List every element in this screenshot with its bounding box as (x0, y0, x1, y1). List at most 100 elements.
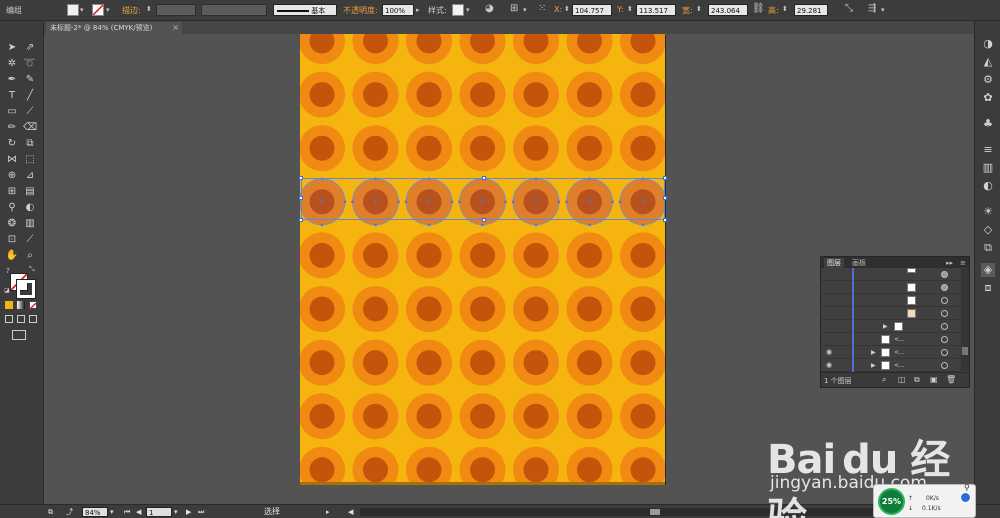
scale-tool-icon[interactable]: ⧉ (23, 137, 37, 150)
screen-mode-icon[interactable] (12, 330, 26, 340)
target-icon[interactable] (941, 336, 948, 343)
first-artboard-icon[interactable]: ⏮ (124, 506, 130, 518)
pen-tool-icon[interactable]: ✒ (5, 73, 19, 86)
links-panel-icon[interactable]: ⧈ (981, 281, 995, 295)
transform-icon[interactable]: ⤡ (845, 3, 853, 14)
column-graph-tool-icon[interactable]: ▥ (23, 217, 37, 230)
create-layer-icon[interactable]: ▣ (930, 375, 938, 384)
none-mode-icon[interactable] (29, 301, 37, 310)
circle-shape[interactable] (566, 71, 613, 118)
zoom-dropdown-icon[interactable]: ▾ (110, 506, 114, 518)
anchor-point[interactable] (588, 223, 591, 226)
anchor-point[interactable] (481, 223, 484, 226)
expand-arrow-icon[interactable]: ▶ (883, 321, 888, 332)
panel-menu-icon[interactable]: ≡ (957, 258, 969, 268)
circle-shape[interactable] (352, 71, 399, 118)
handle-bottom-center[interactable] (482, 218, 486, 222)
stroke-weight-input[interactable] (156, 4, 196, 16)
paintbrush-tool-icon[interactable]: ⟋ (23, 105, 37, 118)
circle-shape[interactable] (620, 393, 665, 440)
y-position-input[interactable]: 113.517 (636, 4, 676, 16)
circle-shape[interactable] (513, 125, 559, 172)
circle-shape[interactable] (513, 393, 559, 440)
circle-shape[interactable] (459, 34, 506, 64)
layer-row[interactable] (821, 294, 961, 307)
circle-shape[interactable] (406, 232, 452, 279)
draw-inside-icon[interactable] (29, 315, 37, 323)
eraser-tool-icon[interactable]: ⌫ (23, 121, 37, 134)
target-icon[interactable] (941, 310, 948, 317)
tab-layers[interactable]: 图层 (824, 258, 844, 268)
document-tab[interactable]: 未标题-2* @ 84% (CMYK/预览) × (46, 22, 182, 34)
anchor-point[interactable] (320, 223, 324, 226)
opacity-input[interactable]: 100% (382, 4, 414, 16)
layers-scrollbar-thumb[interactable] (962, 347, 968, 355)
handle-middle-right[interactable] (663, 196, 667, 200)
fill-swatch[interactable] (67, 4, 79, 16)
circle-shape[interactable] (300, 71, 345, 118)
scroll-left-icon[interactable]: ◀ (348, 506, 353, 518)
circle-shape[interactable] (566, 286, 613, 332)
circle-shape[interactable] (406, 34, 452, 64)
circle-shape[interactable] (300, 339, 345, 386)
height-input[interactable]: 29.281 (794, 4, 828, 16)
open-in-bridge-icon[interactable]: ⤴ (66, 506, 73, 518)
circle-shape[interactable] (513, 286, 559, 332)
stroke-swatch[interactable] (92, 4, 104, 16)
anchor-point[interactable] (427, 223, 431, 226)
handle-bottom-left[interactable] (299, 218, 303, 222)
anchor-point[interactable] (641, 223, 645, 226)
artboards-panel-icon[interactable]: ⧉ (981, 241, 995, 255)
width-input[interactable]: 243.064 (708, 4, 748, 16)
reference-point-icon[interactable]: ⁙ (538, 3, 546, 14)
appearance-panel-icon[interactable]: ☀ (981, 205, 995, 219)
circle-shape[interactable] (352, 393, 399, 440)
circle-shape[interactable] (513, 71, 559, 118)
circle-shape[interactable] (352, 34, 399, 64)
stroke-panel-icon[interactable]: ≡ (981, 143, 995, 157)
circle-shape[interactable] (406, 393, 452, 440)
artboard-number-input[interactable]: 1 (146, 507, 172, 517)
rectangle-tool-icon[interactable]: ▭ (5, 105, 19, 118)
magic-wand-tool-icon[interactable]: ✲ (5, 57, 19, 70)
circle-shape[interactable] (300, 393, 345, 440)
previous-artboard-icon[interactable]: ◀ (136, 506, 141, 518)
line-tool-icon[interactable]: ╱ (23, 89, 37, 102)
circle-shape[interactable] (513, 339, 559, 386)
fill-dropdown-icon[interactable]: ▾ (80, 6, 84, 14)
constrain-proportions-icon[interactable]: ⛓ (752, 3, 765, 14)
free-transform-tool-icon[interactable]: ⬚ (23, 153, 37, 166)
anchor-point[interactable] (374, 223, 377, 226)
layer-row[interactable] (821, 268, 961, 281)
panel-collapse-icon[interactable]: ▸▸ (943, 258, 956, 268)
circle-shape[interactable] (566, 232, 613, 279)
circle-shape[interactable] (620, 34, 665, 64)
x-stepper[interactable]: ⬍ (564, 5, 570, 13)
artboard[interactable] (300, 34, 665, 484)
circle-shape[interactable] (300, 232, 345, 279)
layer-row[interactable]: ▶ (821, 320, 961, 333)
circle-shape[interactable] (352, 232, 399, 279)
pin-icon[interactable]: ⚲ (964, 483, 970, 492)
circle-shape[interactable] (459, 286, 506, 332)
circle-shape[interactable] (406, 286, 452, 332)
artboard-dropdown-icon[interactable]: ▾ (174, 506, 178, 518)
eyedropper-tool-icon[interactable]: ⚲ (5, 201, 19, 214)
layer-row[interactable]: <... (821, 333, 961, 346)
handle-bottom-right[interactable] (663, 218, 667, 222)
artboard-tool-icon[interactable]: ⊡ (5, 233, 19, 246)
circle-shape[interactable] (352, 446, 399, 484)
arrange-icon[interactable]: ⇶ (868, 3, 876, 14)
horizontal-scrollbar-thumb[interactable] (650, 509, 660, 515)
circle-shape[interactable] (459, 339, 506, 386)
zoom-level-input[interactable]: 84% (82, 507, 108, 517)
anchor-point[interactable] (534, 223, 538, 226)
opacity-dropdown-icon[interactable]: ▸ (416, 6, 420, 14)
circle-shape[interactable] (352, 125, 399, 172)
circle-shape[interactable] (566, 339, 613, 386)
draw-normal-icon[interactable] (5, 315, 13, 323)
swatches-panel-icon[interactable]: ⚙ (981, 73, 995, 87)
circle-shape[interactable] (513, 34, 559, 64)
style-dropdown-icon[interactable]: ▾ (466, 6, 470, 14)
width-stepper[interactable]: ⬍ (696, 5, 702, 13)
